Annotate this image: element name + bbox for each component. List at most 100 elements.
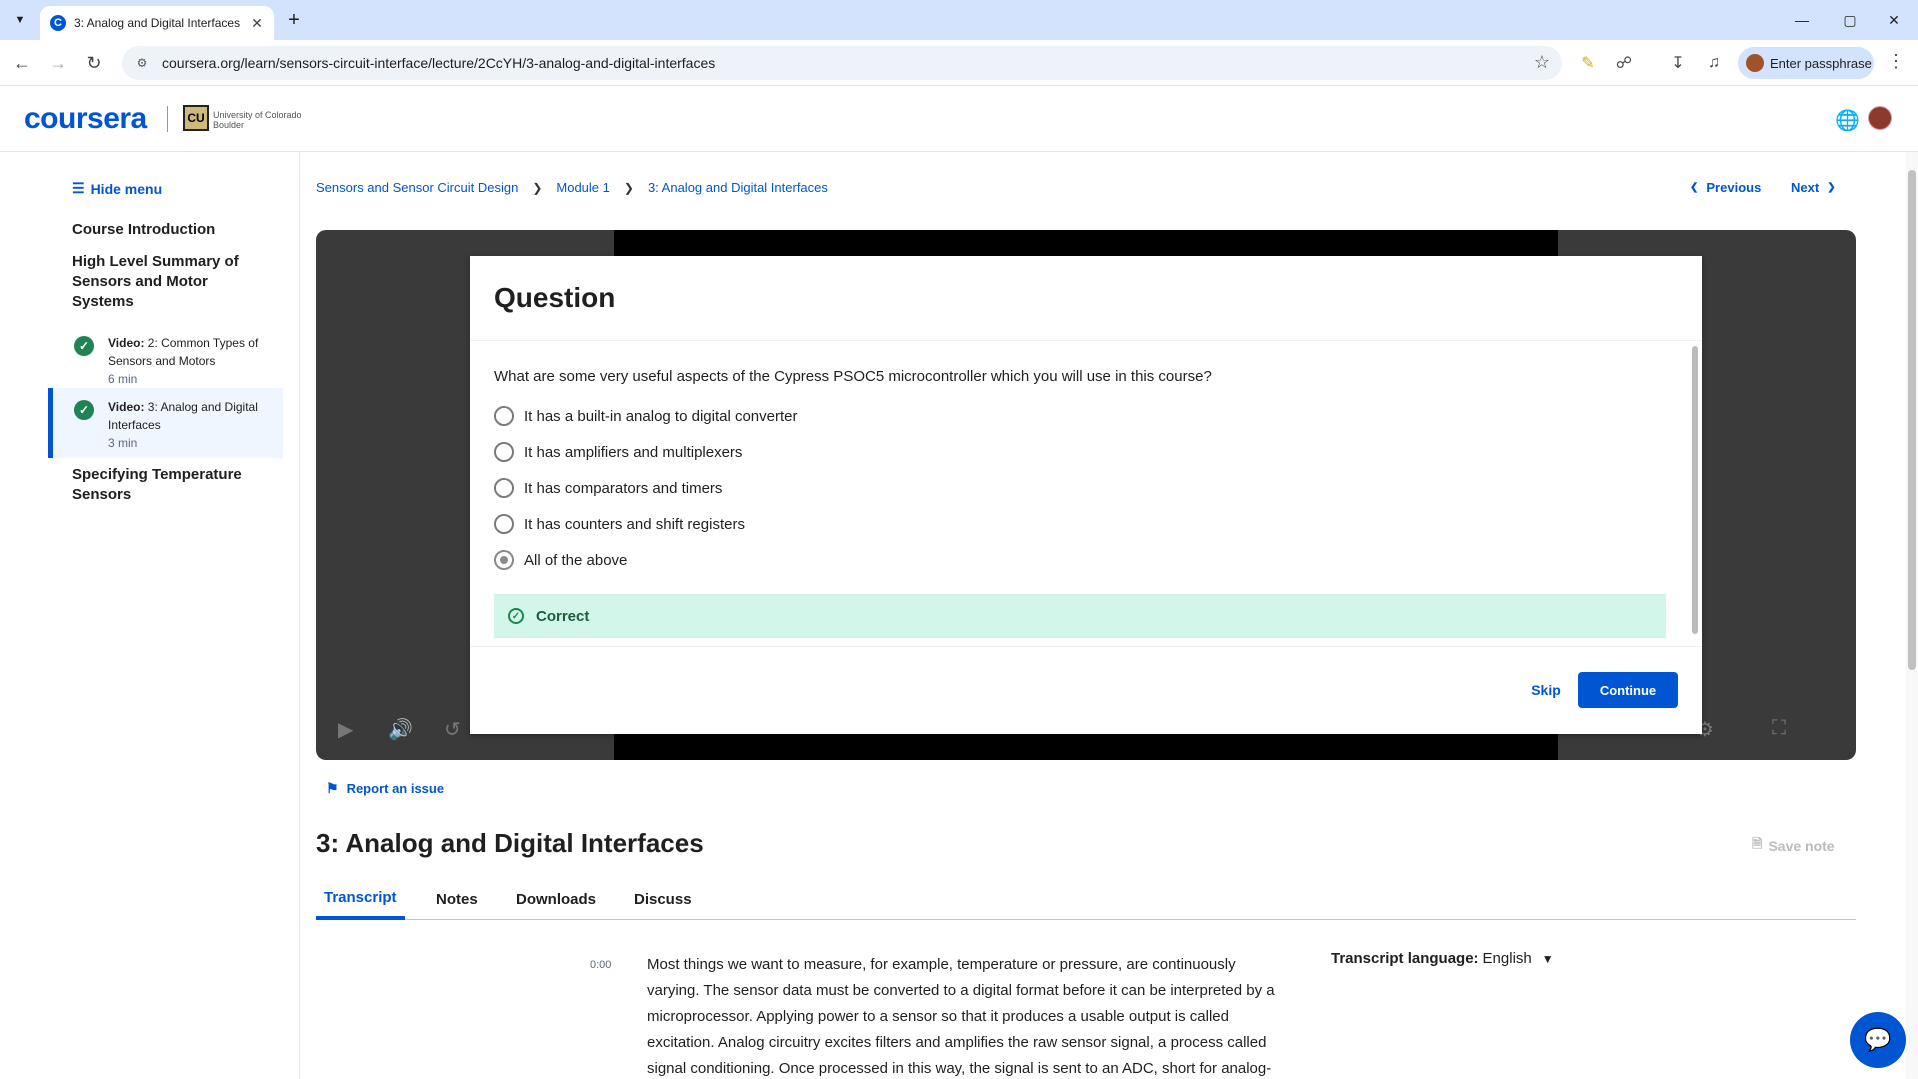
new-tab-icon[interactable]: +	[282, 9, 306, 33]
profile-avatar	[1746, 54, 1764, 72]
answer-option-label: It has amplifiers and multiplexers	[524, 443, 743, 461]
answer-option-selected[interactable]: All of the above	[494, 550, 627, 570]
address-bar[interactable]: ⚙ coursera.org/learn/sensors-circuit-int…	[122, 46, 1562, 80]
completed-check-icon: ✓	[74, 336, 94, 356]
report-issue-link[interactable]: ⚑ Report an issue	[326, 780, 444, 797]
previous-label: Previous	[1706, 180, 1762, 195]
tab-discuss[interactable]: Discuss	[634, 878, 692, 920]
tab-title: 3: Analog and Digital Interfaces	[74, 16, 241, 30]
extensions-icon[interactable]: ☍	[1612, 51, 1636, 75]
hamburger-icon: ☰	[72, 180, 85, 196]
previous-button[interactable]: ❮ Previous	[1690, 180, 1761, 195]
language-globe-icon[interactable]: 🌐	[1835, 108, 1860, 133]
forward-icon[interactable]: →	[44, 49, 72, 77]
highlighter-extension-icon[interactable]: ✎	[1576, 51, 1600, 75]
browser-tab[interactable]: C 3: Analog and Digital Interfaces ✕	[40, 6, 274, 40]
question-text: What are some very useful aspects of the…	[494, 368, 1212, 385]
tab-downloads[interactable]: Downloads	[516, 878, 596, 920]
answer-option[interactable]: It has a built-in analog to digital conv…	[494, 406, 798, 426]
profile-button[interactable]: Enter passphrase	[1738, 47, 1874, 79]
sidebar-section-temperature-sensors[interactable]: Specifying Temperature Sensors	[72, 465, 272, 505]
site-header: coursera CU University of Colorado Bould…	[0, 86, 1918, 152]
scrollbar-thumb[interactable]	[1908, 170, 1916, 670]
play-icon[interactable]: ▶	[338, 717, 353, 742]
skip-button[interactable]: Skip	[1508, 672, 1584, 708]
answer-option[interactable]: It has counters and shift registers	[494, 514, 745, 534]
radio-button[interactable]	[494, 406, 514, 426]
chevron-right-icon: ❯	[532, 180, 543, 195]
radio-button[interactable]	[494, 478, 514, 498]
site-info-icon[interactable]: ⚙	[132, 56, 152, 70]
flag-icon: ⚑	[326, 780, 339, 796]
volume-icon[interactable]: 🔊	[388, 717, 413, 742]
reload-icon[interactable]: ↻	[80, 49, 108, 77]
sidebar-item-analog-digital[interactable]: ✓ Video: 3: Analog and Digital Interface…	[48, 388, 283, 458]
university-name: University of Colorado Boulder	[213, 110, 302, 130]
radio-button-selected[interactable]	[494, 550, 514, 570]
media-control-icon[interactable]: ♫	[1702, 51, 1726, 75]
breadcrumb-course[interactable]: Sensors and Sensor Circuit Design	[316, 180, 518, 195]
rewind-icon[interactable]: ↺	[444, 717, 461, 742]
url-text[interactable]: coursera.org/learn/sensors-circuit-inter…	[162, 55, 715, 71]
check-circle-icon: ✓	[508, 608, 524, 624]
maximize-icon[interactable]: ▢	[1830, 6, 1870, 34]
next-button[interactable]: Next ❯	[1791, 180, 1836, 195]
tab-close-icon[interactable]: ✕	[248, 14, 266, 32]
sidebar-section-high-level-summary[interactable]: High Level Summary of Sensors and Motor …	[72, 252, 272, 312]
transcript-timestamp[interactable]: 0:00	[590, 959, 611, 971]
page-scrollbar[interactable]	[1906, 152, 1918, 1079]
chat-help-button[interactable]: 💬	[1850, 1012, 1906, 1068]
hide-menu-label: Hide menu	[90, 180, 163, 197]
chevron-right-icon: ❯	[623, 180, 634, 195]
minimize-icon[interactable]: —	[1782, 6, 1822, 34]
user-avatar[interactable]	[1868, 106, 1892, 130]
dialog-scrollbar[interactable]	[1692, 346, 1698, 634]
sidebar-section-course-introduction[interactable]: Course Introduction	[72, 220, 272, 240]
downloads-icon[interactable]: ↧	[1666, 51, 1690, 75]
answer-option-label: All of the above	[524, 551, 628, 569]
profile-label: Enter passphrase	[1770, 55, 1872, 71]
correct-feedback: ✓ Correct	[494, 594, 1666, 638]
chevron-right-icon: ❯	[1827, 182, 1836, 193]
bookmark-star-icon[interactable]: ☆	[1534, 52, 1550, 73]
chevron-left-icon: ❮	[1690, 182, 1699, 193]
tab-notes[interactable]: Notes	[436, 878, 478, 920]
radio-button[interactable]	[494, 442, 514, 462]
course-sidebar: ☰ Hide menu Course Introduction High Lev…	[0, 152, 300, 1079]
sidebar-item-title: Video: 3: Analog and Digital Interfaces	[108, 398, 283, 434]
continue-button[interactable]: Continue	[1578, 672, 1678, 708]
tab-search-chevron-icon[interactable]: ▼	[8, 8, 32, 32]
completed-check-icon: ✓	[74, 400, 94, 420]
breadcrumb-module[interactable]: Module 1	[556, 180, 609, 195]
next-label: Next	[1791, 180, 1820, 195]
breadcrumb-lecture[interactable]: 3: Analog and Digital Interfaces	[648, 180, 828, 195]
lecture-tabs: Transcript Notes Downloads Discuss	[316, 878, 1856, 920]
window-close-icon[interactable]: ✕	[1874, 6, 1914, 34]
question-heading: Question	[494, 282, 616, 313]
sidebar-item-duration: 3 min	[108, 436, 138, 450]
sidebar-item-common-types[interactable]: ✓ Video: 2: Common Types of Sensors and …	[48, 324, 283, 394]
answer-option-label: It has a built-in analog to digital conv…	[524, 407, 798, 425]
transcript-language-label: Transcript language:	[1331, 950, 1479, 967]
transcript-text[interactable]: Most things we want to measure, for exam…	[647, 952, 1287, 1079]
answer-option-label: It has counters and shift registers	[524, 515, 745, 533]
sidebar-item-title: Video: 2: Common Types of Sensors and Mo…	[108, 334, 283, 370]
save-note-button[interactable]: 🗎 Save note	[1752, 835, 1835, 857]
chat-bubble-icon: 💬	[1864, 1027, 1892, 1052]
answer-option[interactable]: It has amplifiers and multiplexers	[494, 442, 742, 462]
item-type: Video:	[108, 336, 145, 350]
browser-menu-icon[interactable]: ⋮	[1886, 51, 1906, 75]
coursera-logo[interactable]: coursera	[24, 102, 147, 136]
fullscreen-icon[interactable]: ⛶	[1772, 717, 1786, 740]
transcript-language-select[interactable]: Transcript language: English ▼	[1331, 950, 1554, 967]
answer-option-label: It has comparators and timers	[524, 479, 723, 497]
coursera-favicon-icon: C	[50, 15, 66, 31]
lecture-title: 3: Analog and Digital Interfaces	[316, 828, 704, 858]
back-icon[interactable]: ←	[8, 49, 36, 77]
hide-menu-button[interactable]: ☰ Hide menu	[72, 180, 162, 197]
tab-transcript[interactable]: Transcript	[316, 878, 405, 920]
item-type: Video:	[108, 400, 145, 414]
radio-button[interactable]	[494, 514, 514, 534]
answer-option[interactable]: It has comparators and timers	[494, 478, 722, 498]
report-issue-label: Report an issue	[346, 781, 445, 796]
